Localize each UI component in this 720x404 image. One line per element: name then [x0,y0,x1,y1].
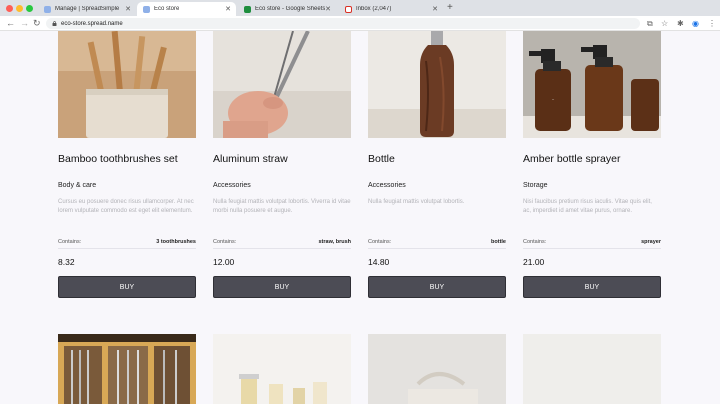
product-price: 21.00 [523,257,545,267]
sheets-favicon-icon [244,5,251,13]
product-title[interactable]: Amber bottle sprayer [523,153,620,165]
close-tab-icon[interactable]: ✕ [125,5,131,13]
close-tab-icon[interactable]: ✕ [225,5,231,13]
product-image-linen[interactable] [523,334,661,404]
forward-arrow-icon[interactable]: → [20,18,29,29]
gmail-favicon-icon [345,5,352,13]
address-bar[interactable]: eco-store.spread.name [46,18,640,29]
product-grid: Bamboo toothbrushes set Body & care Curs… [0,31,720,404]
divider [58,248,196,249]
browser-tab-strip: Manage | SpreadSimple ✕ Eco store ✕ Eco … [0,0,720,16]
product-image-cutlery-drawer[interactable] [58,334,196,404]
browser-toolbar: ← → ↻ eco-store.spread.name ⧉ ☆ ✱ ◉ ⋮ [0,16,720,31]
product-category: Accessories [368,182,406,189]
lock-icon [52,21,57,26]
divider [523,248,661,249]
tab-manage-spreadsimple[interactable]: Manage | SpreadSimple ✕ [38,2,136,16]
product-image-amber-sprayer[interactable]: ~ [523,31,661,138]
more-menu-icon[interactable]: ⋮ [708,19,716,28]
contains-label: Contains: [368,239,392,245]
product-image-bottle[interactable] [368,31,506,138]
contains-label: Contains: [213,239,237,245]
tab-eco-store[interactable]: Eco store ✕ [137,2,236,16]
product-description: Nulla feugiat mattis volutpat lobortis. … [213,199,351,214]
product-category: Body & care [58,182,97,189]
divider [213,248,351,249]
product-contains: Contains: sprayer [523,239,661,245]
spreadsimple-favicon-icon [44,5,51,13]
buy-button[interactable]: BUY [368,276,506,298]
product-title[interactable]: Bamboo toothbrushes set [58,153,178,165]
tab-inbox[interactable]: Inbox (2,047) ✕ [339,2,443,16]
close-tab-icon[interactable]: ✕ [325,5,331,13]
contains-value: 3 toothbrushes [156,239,196,245]
product-price: 12.00 [213,257,235,267]
product-description: Nulla feugiat mattis volutpat lobortis. [368,199,465,205]
product-title[interactable]: Aluminum straw [213,153,288,165]
product-image-aluminum-straw[interactable] [213,31,351,138]
close-window-icon[interactable] [6,5,13,12]
product-description: Cursus eu posuere donec risus ullamcorpe… [58,199,194,214]
product-category: Accessories [213,182,251,189]
product-image-tote-bag[interactable] [368,334,506,404]
extensions-puzzle-icon[interactable]: ✱ [677,19,684,28]
contains-label: Contains: [523,239,547,245]
product-contains: Contains: 3 toothbrushes [58,239,196,245]
reload-icon[interactable]: ↻ [33,18,41,29]
tab-google-sheets[interactable]: Eco store - Google Sheets ✕ [238,2,336,16]
product-category: Storage [523,182,548,189]
profile-icon[interactable]: ◉ [692,19,699,28]
product-image-jars[interactable] [213,334,351,404]
product-contains: Contains: straw, brush [213,239,351,245]
contains-value: bottle [491,239,506,245]
url-text: eco-store.spread.name [61,20,123,27]
back-arrow-icon[interactable]: ← [6,18,15,29]
product-image-bamboo-toothbrushes[interactable] [58,31,196,138]
bookmark-star-icon[interactable]: ☆ [661,19,668,28]
buy-button[interactable]: BUY [523,276,661,298]
product-description: Nisi faucibus pretium risus iaculis. Vit… [523,199,652,214]
buy-button[interactable]: BUY [213,276,351,298]
product-price: 8.32 [58,257,75,267]
divider [368,248,506,249]
minimize-window-icon[interactable] [16,5,23,12]
maximize-window-icon[interactable] [26,5,33,12]
translate-icon[interactable]: ⧉ [647,19,653,28]
spreadsimple-favicon-icon [143,5,150,13]
buy-button[interactable]: BUY [58,276,196,298]
close-tab-icon[interactable]: ✕ [432,5,438,13]
contains-value: sprayer [641,239,661,245]
product-contains: Contains: bottle [368,239,506,245]
contains-label: Contains: [58,239,82,245]
contains-value: straw, brush [318,239,352,245]
product-price: 14.80 [368,257,390,267]
new-tab-button[interactable]: + [447,2,453,14]
product-title[interactable]: Bottle [368,153,395,165]
